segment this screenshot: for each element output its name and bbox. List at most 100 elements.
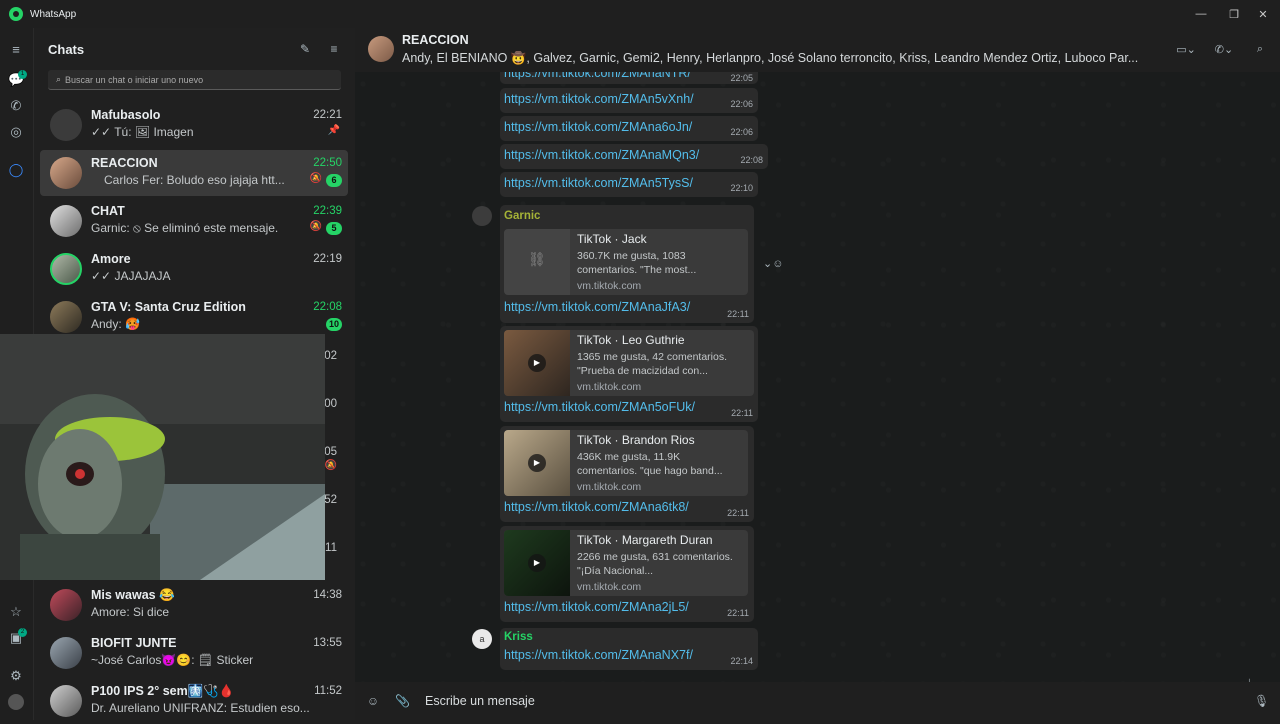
chat-name: P100 IPS 2° sem🩻🩺🩸 — [91, 684, 235, 698]
message-link[interactable]: https://vm.tiktok.com/ZMAnaNTR/ — [504, 72, 691, 80]
whatsapp-logo-icon — [9, 7, 23, 21]
chat-time: 22:39 — [313, 205, 342, 217]
play-icon: ▶ — [528, 554, 546, 572]
app-name: WhatsApp — [30, 8, 77, 20]
chat-item-biofit-junte[interactable]: BIOFIT JUNTE ~José Carlos😈😊: 🗒 Sticker 1… — [40, 630, 348, 676]
preview-domain: vm.tiktok.com — [577, 581, 642, 593]
chat-time: 22:21 — [313, 109, 342, 121]
message-bubble: ▶ TikTok · Brandon Rios 436K me gusta, 1… — [500, 426, 754, 522]
message-link[interactable]: https://vm.tiktok.com/ZMAn5TysS/ — [504, 176, 693, 190]
close-button[interactable]: ✕ — [1246, 0, 1280, 28]
sender-avatar[interactable] — [472, 206, 492, 226]
chat-time: 22:08 — [313, 301, 342, 313]
group-avatar[interactable] — [368, 36, 394, 62]
profile-avatar[interactable] — [8, 694, 24, 710]
conversation-header[interactable]: REACCION Andy, El BENIANO 🤠, Galvez, Gar… — [355, 28, 1280, 72]
react-emoji-icon[interactable]: ⌄☺ — [763, 257, 783, 270]
avatar — [50, 301, 82, 333]
chat-name: CHAT — [91, 204, 125, 218]
message-link[interactable]: https://vm.tiktok.com/ZMAna2jL5/ — [504, 600, 689, 614]
message-bubble: https://vm.tiktok.com/ZMAn5TysS/ 22:10 — [500, 172, 758, 197]
message-link[interactable]: https://vm.tiktok.com/ZMAn5vXnh/ — [504, 92, 694, 106]
preview-domain: vm.tiktok.com — [577, 481, 642, 493]
play-icon: ▶ — [528, 354, 546, 372]
message-link[interactable]: https://vm.tiktok.com/ZMAnaNX7f/ — [504, 648, 693, 662]
settings-icon[interactable]: ⚙ — [8, 668, 24, 684]
message-time: 22:11 — [727, 309, 749, 319]
avatar — [50, 157, 82, 189]
chat-last-message: ✓✓ Tú: 🖼 Imagen — [91, 125, 194, 139]
link-preview-card[interactable]: ▶ TikTok · Margareth Duran 2266 me gusta… — [504, 530, 748, 596]
chat-item-chat[interactable]: CHAT Garnic: ⦸ Se eliminó este mensaje. … — [40, 198, 348, 244]
meta-ai-icon[interactable]: ◯ — [8, 162, 24, 178]
emoji-icon[interactable]: ☺ — [366, 694, 380, 708]
link-preview-card[interactable]: ▶ TikTok · Brandon Rios 436K me gusta, 1… — [504, 430, 748, 496]
chat-item-reaccion[interactable]: REACCION Carlos Fer: Boludo eso jajaja h… — [40, 150, 348, 196]
chat-last-message: Andy: 🥵 — [91, 317, 140, 331]
message-link[interactable]: https://vm.tiktok.com/ZMAna6tk8/ — [504, 500, 689, 514]
chat-time: 05 — [324, 446, 337, 458]
link-icon: ⛓ — [504, 229, 570, 295]
chat-item-p100-ips[interactable]: P100 IPS 2° sem🩻🩺🩸 Dr. Aureliano UNIFRAN… — [40, 678, 348, 724]
message-link[interactable]: https://vm.tiktok.com/ZMAnaMQn3/ — [504, 148, 699, 162]
chat-last-message: ✓✓ JAJAJAJA — [91, 269, 171, 283]
message-input[interactable] — [425, 691, 1225, 711]
avatar — [50, 685, 82, 717]
new-chat-icon[interactable]: ✎ — [298, 42, 312, 56]
search-icon[interactable]: ⌕ — [1252, 39, 1268, 59]
message-list[interactable]: https://vm.tiktok.com/ZMAnaNTR/ 22:05 ht… — [355, 72, 1280, 682]
message-bubble: Kriss https://vm.tiktok.com/ZMAnaNX7f/ 2… — [500, 628, 758, 670]
menu-icon[interactable]: ≡ — [8, 42, 24, 58]
chat-last-message: Dr. Aureliano UNIFRANZ: Estudien eso... — [91, 701, 310, 715]
video-thumbnail: ▶ — [504, 430, 570, 496]
muted-icon: 🔕 — [309, 173, 322, 184]
message-link[interactable]: https://vm.tiktok.com/ZMAna6oJn/ — [504, 120, 692, 134]
unread-badge: 5 — [326, 222, 342, 235]
video-call-icon[interactable]: ▭⌄ — [1172, 39, 1200, 59]
message-bubble: https://vm.tiktok.com/ZMAn5vXnh/ 22:06 — [500, 88, 758, 113]
sender-name: Garnic — [504, 210, 541, 222]
minimize-button[interactable]: — — [1184, 0, 1218, 28]
search-box[interactable]: ⌕ — [48, 70, 341, 90]
message-time: 22:14 — [730, 656, 753, 666]
avatar — [50, 205, 82, 237]
chat-name: BIOFIT JUNTE — [91, 636, 177, 650]
chat-item-mafubasolo[interactable]: Mafubasolo ✓✓ Tú: 🖼 Imagen 22:21 📌 — [40, 102, 348, 148]
message-bubble: https://vm.tiktok.com/ZMAna6oJn/ 22:06 — [500, 116, 758, 141]
chat-item-amore[interactable]: Amore ✓✓ JAJAJAJA 22:19 — [40, 246, 348, 292]
chat-time: 11:52 — [314, 685, 342, 697]
archived-badge: 2 — [18, 628, 27, 637]
unread-badge: 10 — [325, 318, 342, 331]
chat-time: 22:50 — [313, 157, 342, 169]
preview-title: TikTok · Leo Guthrie — [577, 333, 685, 347]
link-preview-card[interactable]: ▶ TikTok · Leo Guthrie 1365 me gusta, 42… — [504, 330, 754, 396]
chat-time: 02 — [324, 350, 337, 362]
chat-time: 11 — [325, 542, 337, 554]
status-icon[interactable]: ◎ — [8, 124, 24, 140]
preview-title: TikTok · Margareth Duran — [577, 533, 713, 547]
chat-time: 52 — [324, 494, 337, 506]
preview-description: 436K me gusta, 11.9K comentarios. "que h… — [577, 451, 723, 477]
voice-call-icon[interactable]: ✆⌄ — [1210, 39, 1238, 59]
sidebar-title: Chats — [48, 42, 85, 57]
group-members: Andy, El BENIANO 🤠, Galvez, Garnic, Gemi… — [402, 51, 1139, 65]
muted-icon: 🔕 — [309, 221, 322, 232]
attach-icon[interactable]: 📎 — [395, 694, 410, 708]
calls-icon[interactable]: ✆ — [8, 98, 24, 114]
message-link[interactable]: https://vm.tiktok.com/ZMAnaJfA3/ — [504, 300, 690, 314]
link-preview-card[interactable]: ⛓ TikTok · Jack 360.7K me gusta, 1083 co… — [504, 229, 748, 295]
message-time: 22:06 — [730, 127, 753, 137]
starred-icon[interactable]: ☆ — [8, 604, 24, 620]
search-input[interactable] — [65, 74, 326, 85]
chat-last-message: Amore: Si dice — [91, 605, 170, 619]
scroll-down-icon[interactable]: ↓ — [1246, 674, 1253, 682]
message-link[interactable]: https://vm.tiktok.com/ZMAn5oFUk/ — [504, 400, 695, 414]
filter-icon[interactable]: ≡ — [327, 42, 341, 56]
muted-icon: 🔕 — [324, 460, 337, 471]
chat-name: GTA V: Santa Cruz Edition — [91, 300, 246, 314]
message-time: 22:06 — [730, 99, 753, 109]
microphone-icon[interactable]: 🎙 — [1254, 694, 1269, 708]
sender-avatar[interactable]: a — [472, 629, 492, 649]
chat-item-mis-wawas[interactable]: Mis wawas 😂 Amore: Si dice 14:38 — [40, 582, 348, 628]
chat-last-message: Carlos Fer: Boludo eso jajaja htt... — [104, 173, 285, 187]
